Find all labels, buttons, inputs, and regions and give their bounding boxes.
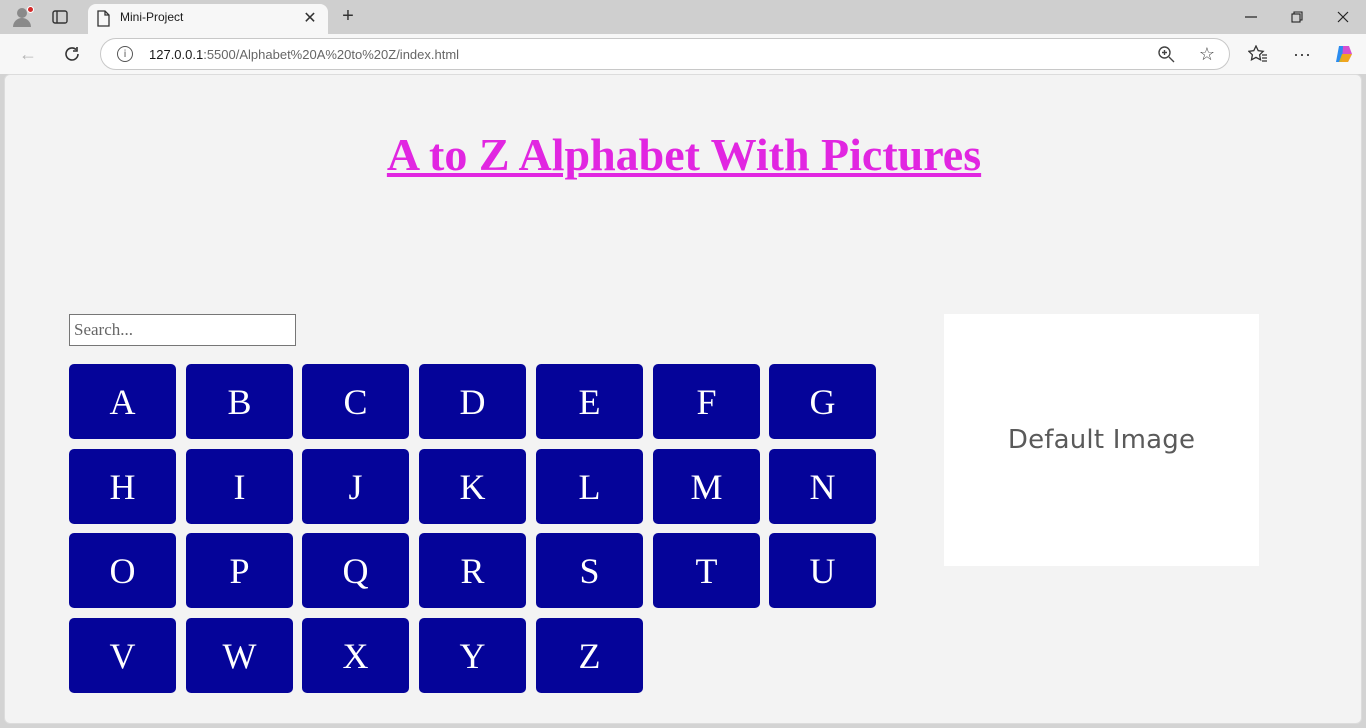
- letter-button-s[interactable]: S: [536, 533, 643, 608]
- preview-text: Default Image: [1007, 425, 1196, 455]
- tab-active[interactable]: Mini-Project ✕: [88, 4, 328, 34]
- letter-button-j[interactable]: J: [302, 449, 409, 524]
- letter-button-z[interactable]: Z: [536, 618, 643, 693]
- reload-icon[interactable]: [60, 42, 84, 66]
- more-menu-icon[interactable]: ···: [1290, 42, 1314, 66]
- letter-button-l[interactable]: L: [536, 449, 643, 524]
- profile-icon[interactable]: [10, 6, 34, 28]
- letter-button-x[interactable]: X: [302, 618, 409, 693]
- new-tab-icon[interactable]: +: [337, 5, 359, 27]
- letter-button-p[interactable]: P: [186, 533, 293, 608]
- letter-button-f[interactable]: F: [653, 364, 760, 439]
- page-title: A to Z Alphabet With Pictures: [386, 129, 982, 180]
- tab-strip: Mini-Project ✕ +: [0, 0, 1366, 34]
- letter-button-m[interactable]: M: [653, 449, 760, 524]
- letter-button-t[interactable]: T: [653, 533, 760, 608]
- letter-button-w[interactable]: W: [186, 618, 293, 693]
- letter-button-n[interactable]: N: [769, 449, 876, 524]
- back-icon[interactable]: ←: [16, 42, 40, 66]
- letter-button-g[interactable]: G: [769, 364, 876, 439]
- letter-button-a[interactable]: A: [69, 364, 176, 439]
- browser-toolbar: ← i 127.0.0.1:5500/Alphabet%20A%20to%20Z…: [0, 34, 1366, 74]
- letter-button-k[interactable]: K: [419, 449, 526, 524]
- letter-button-b[interactable]: B: [186, 364, 293, 439]
- letter-button-h[interactable]: H: [69, 449, 176, 524]
- address-bar[interactable]: i 127.0.0.1:5500/Alphabet%20A%20to%20Z/i…: [100, 38, 1230, 70]
- favorites-icon[interactable]: [1246, 42, 1270, 66]
- copilot-icon[interactable]: [1332, 42, 1356, 66]
- close-tab-icon[interactable]: ✕: [300, 8, 320, 28]
- zoom-icon[interactable]: [1157, 45, 1175, 68]
- restore-icon[interactable]: [1274, 0, 1320, 34]
- tab-title: Mini-Project: [120, 10, 184, 24]
- letter-button-v[interactable]: V: [69, 618, 176, 693]
- letter-button-u[interactable]: U: [769, 533, 876, 608]
- letter-button-i[interactable]: I: [186, 449, 293, 524]
- preview-image: Default Image: [944, 314, 1259, 566]
- search-input[interactable]: [69, 314, 296, 346]
- letter-button-q[interactable]: Q: [302, 533, 409, 608]
- page-icon: [96, 10, 110, 32]
- letter-button-d[interactable]: D: [419, 364, 526, 439]
- letter-button-c[interactable]: C: [302, 364, 409, 439]
- favorite-star-icon[interactable]: ☆: [1199, 44, 1215, 65]
- letter-button-e[interactable]: E: [536, 364, 643, 439]
- letter-button-r[interactable]: R: [419, 533, 526, 608]
- tab-actions-icon[interactable]: [50, 8, 70, 26]
- letter-button-y[interactable]: Y: [419, 618, 526, 693]
- letter-button-o[interactable]: O: [69, 533, 176, 608]
- close-window-icon[interactable]: [1320, 0, 1366, 34]
- page-content: A to Z Alphabet With Pictures ABCDEFG HIJ…: [4, 74, 1362, 724]
- site-info-icon[interactable]: i: [117, 46, 133, 62]
- url-text[interactable]: 127.0.0.1:5500/Alphabet%20A%20to%20Z/ind…: [149, 47, 459, 62]
- minimize-icon[interactable]: [1228, 0, 1274, 34]
